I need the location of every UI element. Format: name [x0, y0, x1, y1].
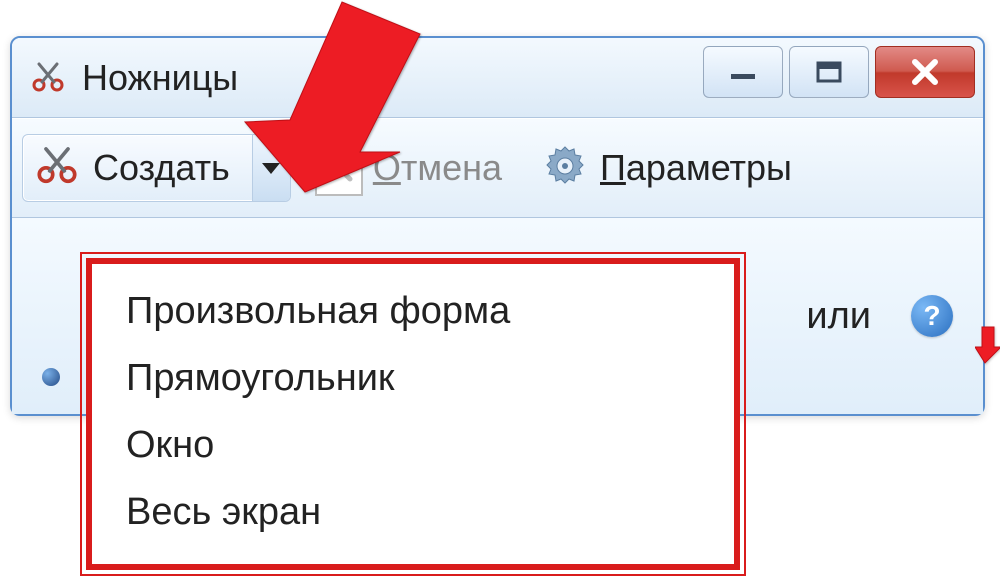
new-dropdown-menu: Произвольная форма Прямоугольник Окно Ве… [86, 258, 740, 570]
toolbar: Создать Отмена Параметры [12, 118, 983, 218]
dropdown-item-fullscreen[interactable]: Весь экран [122, 479, 704, 546]
options-button[interactable]: Параметры [526, 135, 806, 202]
bullet-icon [42, 368, 60, 386]
maximize-icon [816, 61, 842, 83]
gear-icon [540, 141, 590, 196]
help-icon[interactable]: ? [911, 295, 953, 337]
partial-text: или [806, 295, 871, 338]
scissors-icon [35, 144, 79, 193]
close-icon [909, 56, 941, 88]
dropdown-item-freeform[interactable]: Произвольная форма [122, 278, 704, 345]
close-button[interactable] [875, 46, 975, 98]
annotation-small-arrow [975, 325, 1000, 365]
titlebar: Ножницы [12, 38, 983, 118]
maximize-button[interactable] [789, 46, 869, 98]
annotation-arrow [190, 0, 450, 202]
app-scissors-icon [30, 60, 66, 96]
dropdown-item-window[interactable]: Окно [122, 412, 704, 479]
options-button-label: Параметры [600, 147, 792, 189]
minimize-icon [729, 62, 757, 82]
window-controls [703, 46, 975, 98]
dropdown-item-rectangle[interactable]: Прямоугольник [122, 345, 704, 412]
minimize-button[interactable] [703, 46, 783, 98]
